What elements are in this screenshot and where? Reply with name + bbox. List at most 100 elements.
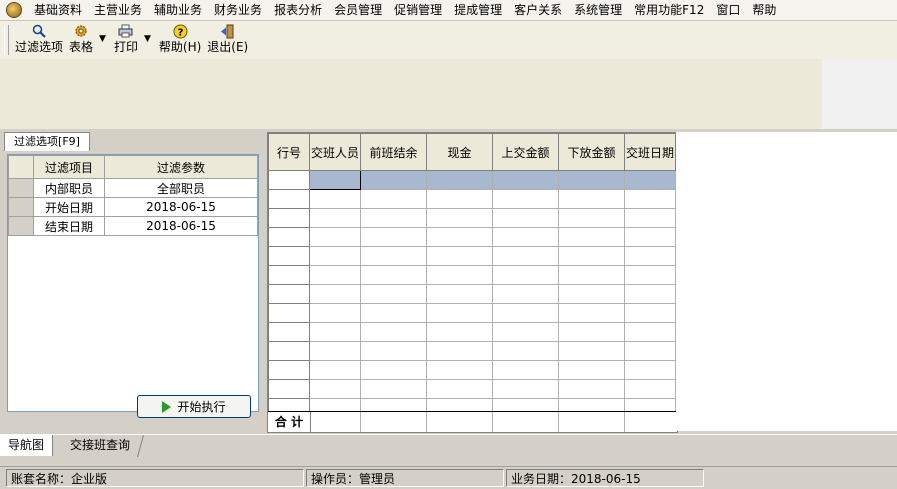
menu-help[interactable]: 帮助: [746, 0, 782, 20]
menu-system-management[interactable]: 系统管理: [568, 0, 628, 20]
table-cell[interactable]: [492, 189, 559, 209]
table-cell[interactable]: [360, 322, 427, 342]
table-cell[interactable]: [309, 265, 361, 285]
table-row[interactable]: [268, 189, 676, 209]
table-cell[interactable]: [360, 189, 427, 209]
filter-row[interactable]: 内部职员 全部职员: [8, 178, 258, 198]
table-cell[interactable]: [492, 170, 559, 190]
col-cash[interactable]: 现金: [426, 133, 493, 171]
table-cell[interactable]: [558, 208, 625, 228]
tab-shift-handover-query[interactable]: 交接班查询: [62, 435, 138, 456]
table-cell[interactable]: [309, 227, 361, 247]
menu-auxiliary-business[interactable]: 辅助业务: [148, 0, 208, 20]
table-row[interactable]: [268, 360, 676, 380]
table-cell[interactable]: [624, 322, 676, 342]
table-row[interactable]: [268, 322, 676, 342]
table-cell[interactable]: [492, 284, 559, 304]
filter-row[interactable]: 结束日期 2018-06-15: [8, 216, 258, 236]
table-cell[interactable]: [309, 189, 361, 209]
menu-basic-data[interactable]: 基础资料: [28, 0, 88, 20]
table-row[interactable]: [268, 284, 676, 304]
help-button[interactable]: ? 帮助(H): [159, 21, 201, 55]
col-row-number[interactable]: 行号: [268, 133, 310, 171]
table-cell[interactable]: [558, 360, 625, 380]
menu-commission-management[interactable]: 提成管理: [448, 0, 508, 20]
table-cell[interactable]: [309, 170, 361, 190]
table-cell[interactable]: [360, 265, 427, 285]
table-cell[interactable]: [558, 246, 625, 266]
table-cell[interactable]: [309, 322, 361, 342]
tab-filter-options[interactable]: 过滤选项[F9]: [4, 132, 90, 151]
table-cell[interactable]: [360, 227, 427, 247]
exit-button[interactable]: 退出(E): [207, 21, 248, 55]
table-cell[interactable]: [360, 303, 427, 323]
table-cell[interactable]: [309, 246, 361, 266]
table-cell[interactable]: [558, 303, 625, 323]
table-row[interactable]: [268, 379, 676, 399]
table-cell[interactable]: [624, 360, 676, 380]
table-cell[interactable]: [492, 341, 559, 361]
menu-main-business[interactable]: 主营业务: [88, 0, 148, 20]
table-cell[interactable]: [426, 284, 493, 304]
table-cell[interactable]: [624, 189, 676, 209]
table-cell[interactable]: [426, 360, 493, 380]
table-cell[interactable]: [492, 208, 559, 228]
menu-member-management[interactable]: 会员管理: [328, 0, 388, 20]
table-cell[interactable]: [360, 170, 427, 190]
menu-customer-relations[interactable]: 客户关系: [508, 0, 568, 20]
table-cell[interactable]: [624, 246, 676, 266]
col-previous-balance[interactable]: 前班结余: [360, 133, 427, 171]
table-cell[interactable]: [558, 284, 625, 304]
menu-finance-business[interactable]: 财务业务: [208, 0, 268, 20]
table-cell[interactable]: [309, 208, 361, 228]
table-cell[interactable]: [624, 208, 676, 228]
table-cell[interactable]: [360, 360, 427, 380]
menu-common-functions[interactable]: 常用功能F12: [628, 0, 710, 20]
table-cell[interactable]: [558, 322, 625, 342]
table-dropdown-arrow-icon[interactable]: ▼: [99, 34, 106, 44]
table-cell[interactable]: [624, 227, 676, 247]
table-cell[interactable]: [558, 341, 625, 361]
menu-window[interactable]: 窗口: [710, 0, 746, 20]
table-cell[interactable]: [492, 322, 559, 342]
table-cell[interactable]: [558, 227, 625, 247]
table-cell[interactable]: [492, 303, 559, 323]
table-cell[interactable]: [360, 246, 427, 266]
col-shift-staff[interactable]: 交班人员: [309, 133, 361, 171]
table-cell[interactable]: [360, 208, 427, 228]
table-cell[interactable]: [360, 284, 427, 304]
table-cell[interactable]: [558, 189, 625, 209]
table-cell[interactable]: [426, 246, 493, 266]
table-row[interactable]: [268, 227, 676, 247]
col-shift-date[interactable]: 交班日期: [624, 133, 676, 171]
table-cell[interactable]: [558, 379, 625, 399]
table-cell[interactable]: [492, 379, 559, 399]
table-cell[interactable]: [624, 379, 676, 399]
start-execute-button[interactable]: 开始执行: [137, 395, 251, 418]
table-cell[interactable]: [426, 379, 493, 399]
table-cell[interactable]: [309, 360, 361, 380]
table-cell[interactable]: [426, 341, 493, 361]
filter-value[interactable]: 2018-06-15: [104, 216, 258, 236]
table-cell[interactable]: [309, 303, 361, 323]
table-cell[interactable]: [309, 341, 361, 361]
table-cell[interactable]: [360, 379, 427, 399]
table-cell[interactable]: [492, 360, 559, 380]
menu-report-analysis[interactable]: 报表分析: [268, 0, 328, 20]
toolbar-grip[interactable]: [4, 25, 9, 55]
filter-options-button[interactable]: 过滤选项: [15, 21, 63, 55]
table-cell[interactable]: [624, 284, 676, 304]
table-cell[interactable]: [558, 265, 625, 285]
col-issued-amount[interactable]: 下放金额: [558, 133, 625, 171]
shift-handover-grid[interactable]: 行号 交班人员 前班结余 现金 上交金额 下放金额 交班日期 合 计: [267, 132, 678, 433]
col-handed-in-amount[interactable]: 上交金额: [492, 133, 559, 171]
table-cell[interactable]: [492, 227, 559, 247]
table-cell[interactable]: [624, 341, 676, 361]
table-cell[interactable]: [309, 284, 361, 304]
table-cell[interactable]: [558, 170, 625, 190]
table-cell[interactable]: [426, 265, 493, 285]
filter-value[interactable]: 2018-06-15: [104, 197, 258, 217]
table-row[interactable]: [268, 246, 676, 266]
print-dropdown-arrow-icon[interactable]: ▼: [144, 34, 151, 44]
table-cell[interactable]: [492, 265, 559, 285]
